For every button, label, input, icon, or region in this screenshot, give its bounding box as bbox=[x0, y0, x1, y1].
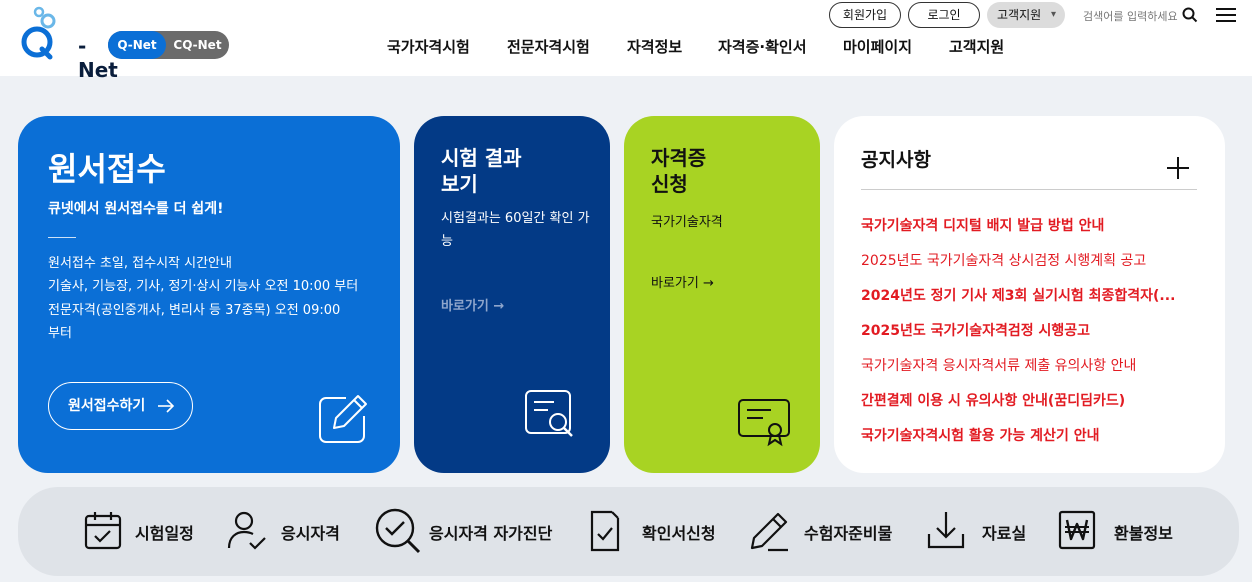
apply-card: 원서접수 큐넷에서 원서접수를 더 쉽게! 원서접수 초일, 접수시작 시간안내… bbox=[18, 116, 400, 473]
certificate-card[interactable]: 자격증 신청 국가기술자격 바로가기 → bbox=[624, 116, 820, 473]
result-link-label: 바로가기 bbox=[441, 299, 489, 314]
certificate-title-line: 신청 bbox=[651, 172, 688, 196]
arrow-right-icon: → bbox=[493, 299, 505, 314]
apply-info-line: 기술사, 기능장, 기사, 정기·상시 기능사 오전 10:00 부터 bbox=[48, 279, 359, 294]
signup-button[interactable]: 회원가입 bbox=[829, 2, 901, 28]
notice-card: 공지사항 국가기술자격 디지털 배지 발급 방법 안내 2025년도 국가기술자… bbox=[834, 116, 1225, 473]
quick-label: 확인서신청 bbox=[642, 524, 716, 543]
menu-icon[interactable] bbox=[1216, 7, 1236, 23]
notice-title: 공지사항 bbox=[861, 149, 931, 171]
user-check-icon bbox=[227, 511, 266, 550]
notice-item[interactable]: 간편결제 이용 시 유의사항 안내(꿈디딤카드) bbox=[861, 390, 1181, 410]
result-title: 시험 결과 보기 bbox=[441, 145, 522, 197]
site-header: -Net Q-Net CQ-Net 회원가입 로그인 고객지원 ▾ 검색어를 입력… bbox=[0, 0, 1252, 82]
quick-label: 응시자격 자가진단 bbox=[429, 524, 553, 543]
certificate-desc: 국가기술자격 bbox=[651, 215, 723, 230]
nav-professional-exam[interactable]: 전문자격시험 bbox=[507, 36, 590, 57]
certificate-link[interactable]: 바로가기 → bbox=[651, 272, 714, 291]
quick-menu: 시험일정 응시자격 응시자격 자가진단 확인서신청 수험자준비물 자료실 환불정… bbox=[18, 487, 1239, 576]
result-desc: 시험결과는 60일간 확인 가능 bbox=[441, 211, 590, 249]
nav-mypage[interactable]: 마이페이지 bbox=[843, 36, 912, 57]
arrow-right-icon: → bbox=[702, 276, 714, 291]
nav-customer-support[interactable]: 고객지원 bbox=[949, 36, 1004, 57]
apply-info-line: 원서접수 초일, 접수시작 시간안내 bbox=[48, 256, 232, 271]
won-icon bbox=[1058, 510, 1096, 550]
nav-certificate[interactable]: 자격증·확인서 bbox=[718, 36, 807, 57]
notice-item[interactable]: 2025년도 국가기술자격검정 시행공고 bbox=[861, 320, 1181, 340]
qnet-logo[interactable]: -Net bbox=[20, 4, 118, 82]
divider bbox=[861, 189, 1197, 190]
notice-item[interactable]: 2025년도 국가기술자격 상시검정 시행계획 공고 bbox=[861, 250, 1181, 270]
plus-icon[interactable] bbox=[1166, 156, 1190, 180]
result-title-line: 시험 결과 bbox=[441, 146, 522, 170]
download-icon bbox=[927, 512, 965, 549]
toggle-cqnet[interactable]: CQ-Net bbox=[166, 31, 229, 59]
quick-label: 자료실 bbox=[982, 524, 1027, 543]
notice-item[interactable]: 국가기술자격 디지털 배지 발급 방법 안내 bbox=[861, 215, 1181, 235]
quick-label: 수험자준비물 bbox=[804, 524, 893, 543]
edit-form-icon bbox=[319, 395, 367, 443]
document-check-icon bbox=[590, 510, 620, 552]
quick-label: 응시자격 bbox=[281, 524, 340, 543]
certificate-icon bbox=[738, 399, 790, 447]
notice-item[interactable]: 2024년도 정기 기사 제3회 실기시험 최종합격자(... bbox=[861, 285, 1181, 305]
login-button[interactable]: 로그인 bbox=[908, 2, 980, 28]
quick-label: 환불정보 bbox=[1114, 524, 1173, 543]
magnifier-check-icon bbox=[375, 508, 421, 554]
pencil-icon bbox=[750, 512, 788, 552]
notice-item[interactable]: 국가기술자격시험 활용 가능 계산기 안내 bbox=[861, 425, 1181, 445]
result-card[interactable]: 시험 결과 보기 시험결과는 60일간 확인 가능 바로가기 → bbox=[414, 116, 610, 473]
logo-mark-icon bbox=[21, 6, 56, 60]
apply-info-line: 전문자격(공인중개사, 변리사 등 37종목) 오전 09:00 bbox=[48, 303, 341, 318]
chevron-down-icon: ▾ bbox=[1050, 9, 1056, 20]
result-title-line: 보기 bbox=[441, 172, 478, 196]
apply-title: 원서접수 bbox=[48, 150, 166, 188]
support-dropdown[interactable]: 고객지원 ▾ bbox=[987, 2, 1065, 28]
apply-info-line: 부터 bbox=[48, 326, 72, 341]
notice-item[interactable]: 국가기술자격 응시자격서류 제출 유의사항 안내 bbox=[861, 355, 1181, 375]
apply-subtitle: 큐넷에서 원서접수를 더 쉽게! bbox=[48, 201, 224, 217]
quick-label: 시험일정 bbox=[135, 524, 194, 543]
certificate-title-line: 자격증 bbox=[651, 146, 707, 170]
certificate-title: 자격증 신청 bbox=[651, 145, 706, 197]
apply-button-label: 원서접수하기 bbox=[68, 398, 146, 414]
document-search-icon bbox=[525, 390, 573, 437]
nav-qualification-info[interactable]: 자격정보 bbox=[627, 36, 682, 57]
nav-national-exam[interactable]: 국가자격시험 bbox=[387, 36, 470, 57]
toggle-qnet[interactable]: Q-Net bbox=[108, 31, 166, 59]
apply-button[interactable]: 원서접수하기 bbox=[48, 382, 193, 430]
certificate-link-label: 바로가기 bbox=[651, 276, 699, 291]
support-dropdown-label: 고객지원 bbox=[997, 8, 1042, 22]
site-toggle[interactable]: Q-Net CQ-Net bbox=[108, 31, 229, 59]
search-icon[interactable] bbox=[1182, 7, 1198, 23]
divider bbox=[48, 237, 76, 238]
result-link[interactable]: 바로가기 → bbox=[441, 295, 504, 314]
calendar-icon bbox=[84, 512, 122, 550]
arrow-right-icon bbox=[158, 399, 175, 413]
search-input[interactable]: 검색어를 입력하세요 bbox=[1083, 8, 1178, 24]
